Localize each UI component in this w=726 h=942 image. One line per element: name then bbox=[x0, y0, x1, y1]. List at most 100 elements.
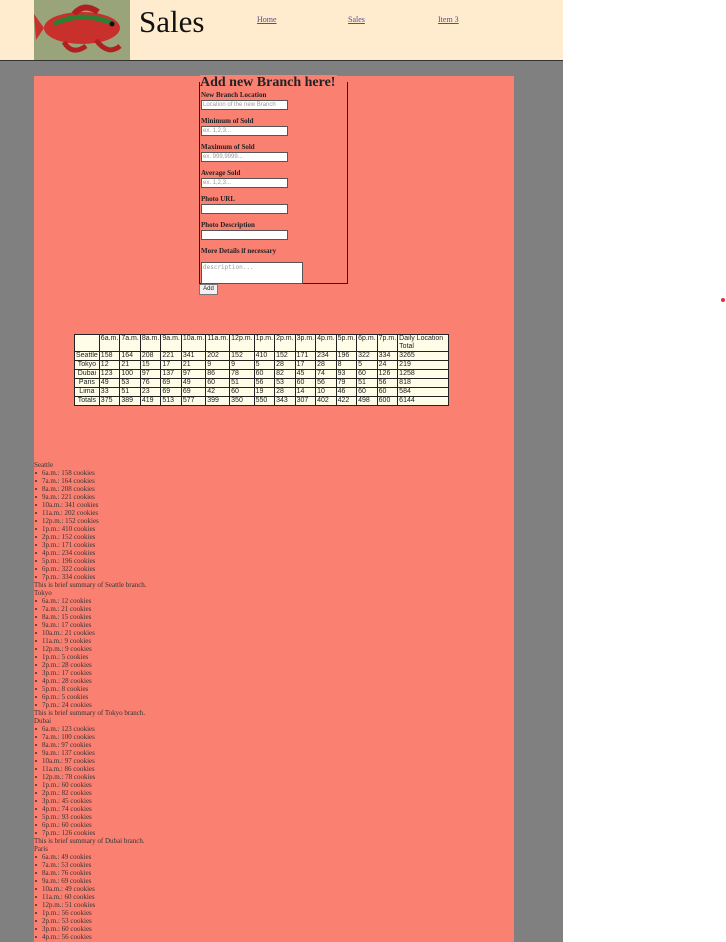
minimum-input[interactable]: ex. 1,2,3... bbox=[201, 126, 288, 136]
table-cell: 419 bbox=[139, 396, 162, 406]
photo-url-input[interactable] bbox=[201, 204, 288, 214]
list-item: 8a.m.: 97 cookies bbox=[35, 741, 147, 749]
table-row: Paris 49 53 76 69 49 60 51 56 53 60 56 79 51 56 818 bbox=[74, 378, 450, 388]
nav-link-home[interactable]: Home bbox=[257, 15, 277, 24]
list-item: 4p.m.: 74 cookies bbox=[35, 805, 147, 813]
list-item: 10a.m.: 21 cookies bbox=[35, 629, 147, 637]
table-cell: 5 bbox=[356, 360, 378, 370]
table-cell: 86 bbox=[205, 369, 231, 379]
list-item: 8a.m.: 15 cookies bbox=[35, 613, 147, 621]
hourly-list: 6a.m.: 158 cookies 7a.m.: 164 cookies 8a.m… bbox=[34, 469, 147, 581]
table-cell: 82 bbox=[274, 369, 296, 379]
table-cell: 341 bbox=[180, 351, 207, 361]
table-cell: 60 bbox=[376, 387, 399, 397]
table-cell: 208 bbox=[139, 351, 162, 361]
table-cell: 550 bbox=[253, 396, 276, 406]
list-item: 2p.m.: 152 cookies bbox=[35, 533, 147, 541]
table-cell: 14 bbox=[294, 387, 317, 397]
table-corner-cell bbox=[74, 334, 100, 352]
column-header: 10a.m. bbox=[180, 334, 207, 352]
table-cell: 334 bbox=[376, 351, 399, 361]
table-cell: 307 bbox=[294, 396, 317, 406]
add-branch-form: Add new Branch here! New Branch Location… bbox=[199, 75, 348, 284]
column-header: 9a.m. bbox=[160, 334, 182, 352]
location-label: New Branch Location bbox=[201, 91, 267, 99]
list-item: 2p.m.: 28 cookies bbox=[35, 661, 147, 669]
list-item: 8a.m.: 208 cookies bbox=[35, 485, 147, 493]
list-item: 11a.m.: 9 cookies bbox=[35, 637, 147, 645]
photo-description-input[interactable] bbox=[201, 230, 288, 240]
row-location-name: Lima bbox=[74, 387, 100, 397]
form-legend: Add new Branch here! bbox=[200, 75, 338, 91]
column-header: 5p.m. bbox=[335, 334, 358, 352]
list-item: 11a.m.: 202 cookies bbox=[35, 509, 147, 517]
table-row: Dubai 123 100 97 137 97 86 78 60 82 45 74 93 60 126 125… bbox=[74, 369, 450, 379]
table-cell: 56 bbox=[253, 378, 276, 388]
table-cell: 5 bbox=[253, 360, 276, 370]
table-cell: 322 bbox=[356, 351, 378, 361]
table-cell: 196 bbox=[335, 351, 358, 361]
table-cell: 152 bbox=[229, 351, 255, 361]
list-item: 7p.m.: 334 cookies bbox=[35, 573, 147, 581]
list-item: 7a.m.: 100 cookies bbox=[35, 733, 147, 741]
list-item: 9a.m.: 17 cookies bbox=[35, 621, 147, 629]
location-name: Paris bbox=[34, 845, 48, 853]
table-cell: 410 bbox=[253, 351, 276, 361]
table-cell: 399 bbox=[205, 396, 231, 406]
table-cell: 21 bbox=[119, 360, 141, 370]
table-cell: 53 bbox=[119, 378, 141, 388]
column-header: 11a.m. bbox=[205, 334, 231, 352]
list-item: 8a.m.: 76 cookies bbox=[35, 869, 147, 877]
table-cell: 389 bbox=[119, 396, 141, 406]
average-input[interactable]: ex. 1,2,3... bbox=[201, 178, 288, 188]
table-cell: 53 bbox=[274, 378, 296, 388]
list-item: 7a.m.: 21 cookies bbox=[35, 605, 147, 613]
table-row: Seattle 158 164 208 221 341 202 152 410 152 171 234… bbox=[74, 351, 450, 361]
maximum-input[interactable]: ex. 999,9999... bbox=[201, 152, 288, 162]
list-item: 7p.m.: 126 cookies bbox=[35, 829, 147, 837]
table-cell: 158 bbox=[98, 351, 121, 361]
list-item: 5p.m.: 8 cookies bbox=[35, 685, 147, 693]
table-cell: 49 bbox=[180, 378, 207, 388]
table-cell: 78 bbox=[229, 369, 255, 379]
table-cell: 60 bbox=[253, 369, 276, 379]
table-cell: 74 bbox=[315, 369, 337, 379]
table-cell: 6144 bbox=[397, 396, 450, 406]
hourly-list: 6a.m.: 123 cookies 7a.m.: 100 cookies 8a.m… bbox=[34, 725, 147, 837]
table-cell: 51 bbox=[119, 387, 141, 397]
nav-link-item-3[interactable]: Item 3 bbox=[438, 15, 459, 24]
stray-dot bbox=[721, 298, 725, 302]
list-item: 6p.m.: 322 cookies bbox=[35, 565, 147, 573]
table-cell: 202 bbox=[205, 351, 231, 361]
table-cell: 60 bbox=[205, 378, 231, 388]
table-cell: 69 bbox=[180, 387, 207, 397]
table-cell: 33 bbox=[98, 387, 121, 397]
table-cell: 375 bbox=[98, 396, 121, 406]
table-cell: 60 bbox=[356, 387, 378, 397]
location-input[interactable]: Location of the new Branch bbox=[201, 100, 288, 110]
nav-link-sales[interactable]: Sales bbox=[348, 15, 365, 24]
table-cell: 97 bbox=[139, 369, 162, 379]
add-branch-button[interactable]: Add bbox=[199, 284, 218, 295]
list-item: 12p.m.: 152 cookies bbox=[35, 517, 147, 525]
hourly-list: 6a.m.: 49 cookies 7a.m.: 53 cookies 8a.m.:… bbox=[34, 853, 147, 941]
list-item: 6a.m.: 12 cookies bbox=[35, 597, 147, 605]
details-label: More Details if necessary bbox=[201, 247, 277, 255]
table-cell: 577 bbox=[180, 396, 207, 406]
table-cell: 51 bbox=[356, 378, 378, 388]
details-textarea[interactable]: description... bbox=[201, 262, 303, 284]
table-cell: 76 bbox=[139, 378, 162, 388]
table-cell: 12 bbox=[98, 360, 121, 370]
table-cell: 100 bbox=[119, 369, 141, 379]
list-item: 10a.m.: 341 cookies bbox=[35, 501, 147, 509]
list-item: 5p.m.: 196 cookies bbox=[35, 557, 147, 565]
table-cell: 9 bbox=[205, 360, 231, 370]
table-cell: 17 bbox=[294, 360, 317, 370]
table-cell: 498 bbox=[356, 396, 378, 406]
location-summary: This is brief summary of Seattle branch. bbox=[34, 581, 147, 589]
list-item: 9a.m.: 69 cookies bbox=[35, 877, 147, 885]
photo-description-label: Photo Description bbox=[201, 221, 255, 229]
list-item: 3p.m.: 60 cookies bbox=[35, 925, 147, 933]
table-cell: 56 bbox=[315, 378, 337, 388]
location-summary: This is brief summary of Dubai branch. bbox=[34, 837, 145, 845]
